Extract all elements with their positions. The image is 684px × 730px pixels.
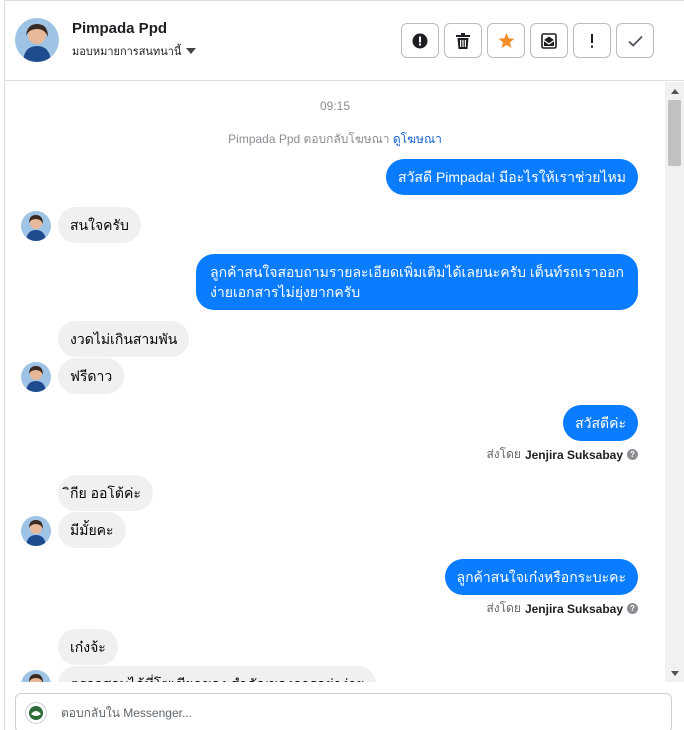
incoming-message[interactable]: สนใจครับ [58,207,141,243]
mark-done-button[interactable] [616,23,654,58]
sent-by-name: Jenjira Suksabay [524,447,623,462]
scrollbar-thumb[interactable] [668,100,681,166]
outgoing-message[interactable]: ลูกค้าสนใจสอบถามรายละเอียดเพิ่มเติมได้เล… [196,254,638,310]
scroll-up-icon[interactable] [671,89,679,94]
caret-down-icon [186,48,197,54]
incoming-message[interactable]: มีมั้ยคะ [58,512,126,548]
timestamp: 09:15 [319,99,351,113]
star-button[interactable] [487,23,525,58]
incoming-message[interactable]: ฟรีดาว [58,358,125,394]
message-thread: 09:15 Pimpada Ppd ตอบกลับโฆษณา ดูโฆษณา ส… [5,82,665,682]
sent-by-name: Jenjira Suksabay [524,601,623,616]
reply-box[interactable] [15,693,672,730]
spam-icon [412,33,428,48]
avatar [21,516,51,546]
mark-spam-button[interactable] [401,23,439,58]
outgoing-message[interactable]: สวัสดีค่ะ [563,405,638,441]
contact-name: Pimpada Ppd [72,20,168,37]
mark-important-button[interactable] [573,23,611,58]
reply-input[interactable] [61,694,661,730]
avatar [21,362,51,392]
conversation-actions [401,23,654,58]
avatar [21,211,51,241]
message-line: ง่ายเอกสารไม่ยุ่งยากครับ [210,284,361,300]
sent-by-prefix: ส่งโดย [486,601,521,615]
mark-unread-icon [541,32,557,49]
message-line: ลูกค้าสนใจสอบถามรายละเอียดเพิ่มเติมได้เล… [210,264,624,280]
avatar[interactable] [15,18,59,62]
sent-by-label: ส่งโดย Jenjira Suksabay ? [486,445,638,464]
reply-area [5,682,684,730]
done-icon [627,35,643,47]
incoming-message[interactable]: งวดไม่เกินสามพัน [58,321,190,357]
assign-label: มอบหมายการสนทนานี้ [72,46,182,58]
conversation-header: Pimpada Ppd มอบหมายการสนทนานี้ [5,1,684,81]
sent-by-label: ส่งโดย Jenjira Suksabay ? [486,599,638,618]
avatar [21,670,51,682]
view-ad-link[interactable]: ดูโฆษณา [393,132,442,146]
ad-reply-text: Pimpada Ppd ตอบกลับโฆษณา [228,132,390,146]
incoming-message[interactable]: ตรวจสอบได้ที่โซเชียลของ สำคัญของการอย่าง… [58,666,377,682]
thread-scrollbar[interactable] [665,82,684,682]
assign-conversation-dropdown[interactable]: มอบหมายการสนทนานี้ [72,42,197,60]
conversation-panel: Pimpada Ppd มอบหมายการสนทนานี้ 09:15 Pim… [4,0,684,730]
help-icon[interactable]: ? [627,603,638,614]
outgoing-message[interactable]: สวัสดี Pimpada! มีอะไรให้เราช่วยไหม [386,159,638,195]
incoming-message[interactable]: เก๋งจ้ะ [58,629,118,665]
outgoing-message[interactable]: ลูกค้าสนใจเก๋งหรือกระบะคะ [444,559,638,595]
scroll-down-icon[interactable] [671,671,679,676]
trash-icon [456,32,470,49]
mark-unread-button[interactable] [530,23,568,58]
ad-reply-note: Pimpada Ppd ตอบกลับโฆษณา ดูโฆษณา [5,130,665,149]
important-icon [591,33,593,48]
incoming-message[interactable]: ิกีย ออโต้ค่ะ [58,475,153,511]
delete-button[interactable] [444,23,482,58]
page-avatar [25,702,47,724]
sent-by-prefix: ส่งโดย [486,447,521,461]
help-icon[interactable]: ? [627,449,638,460]
star-icon [498,32,514,48]
